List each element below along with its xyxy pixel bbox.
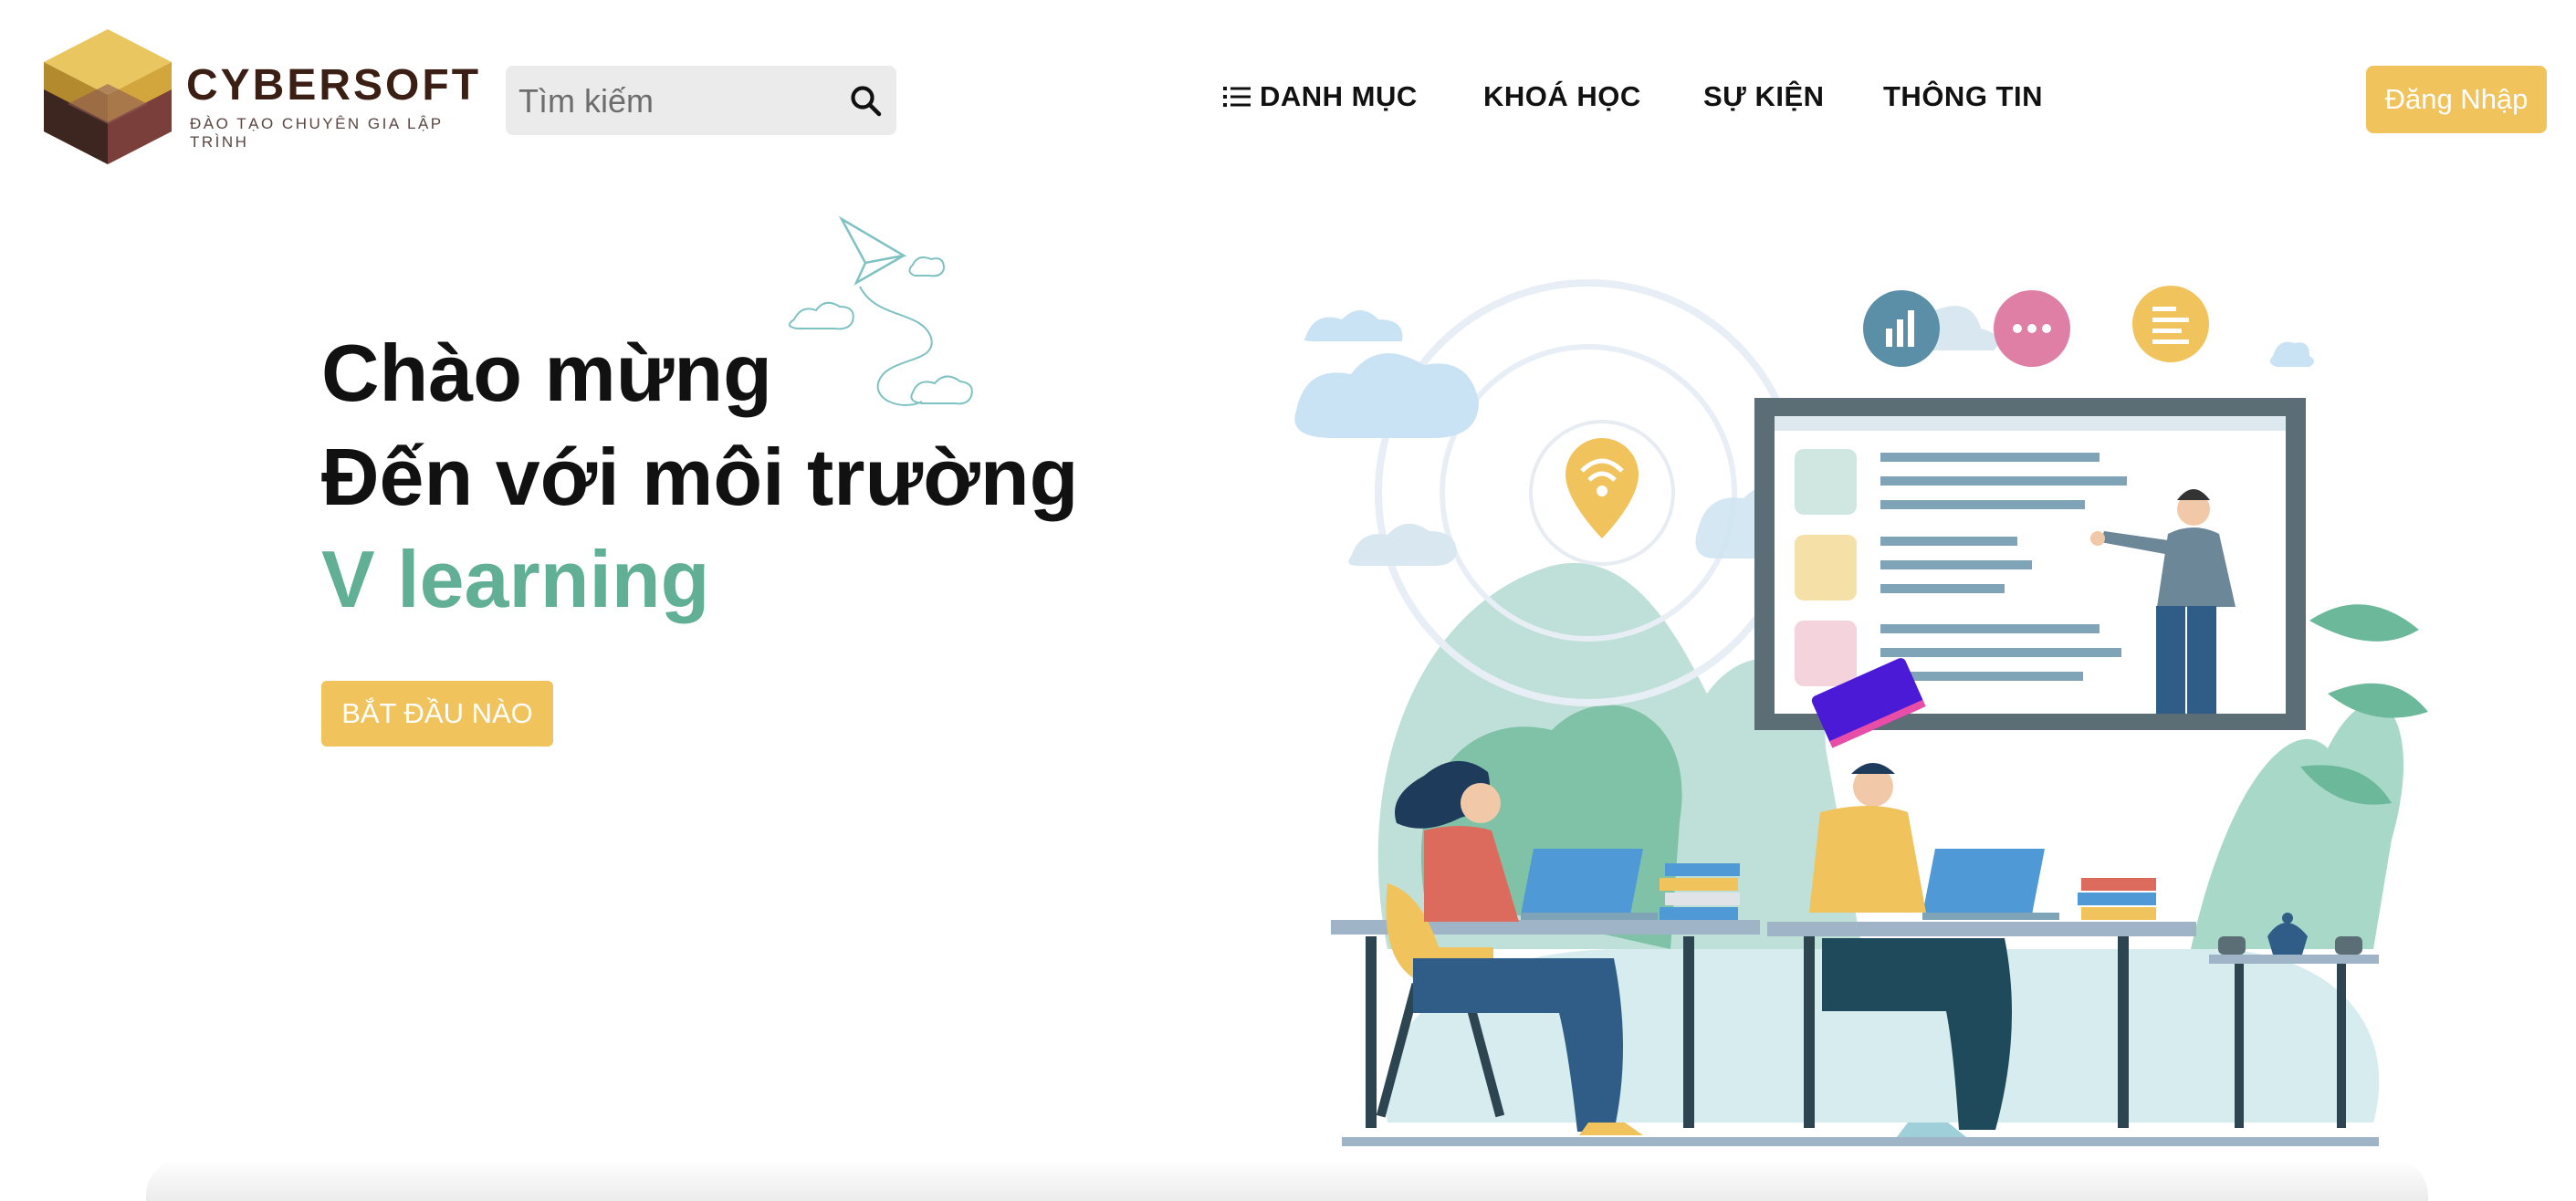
nav-danh-muc[interactable]: DANH MỤC [1223, 80, 1418, 113]
nav-thong-tin[interactable]: THÔNG TIN [1883, 80, 2043, 113]
cube-logo-icon [44, 29, 172, 164]
section-divider-shadow [146, 1159, 2428, 1201]
brand-name: CYBERSOFT [186, 61, 482, 110]
nav-khoa-hoc[interactable]: KHOÁ HỌC [1483, 80, 1641, 113]
brand-tagline: ĐÀO TẠO CHUYÊN GIA LẬP TRÌNH [190, 115, 444, 151]
list-icon [1223, 87, 1251, 107]
start-button[interactable]: BẮT ĐẦU NÀO [321, 681, 553, 747]
search-icon[interactable] [849, 84, 882, 117]
hero-heading-line2: Đến với môi trường [321, 432, 1079, 522]
search-input[interactable] [517, 66, 831, 137]
brand-logo[interactable]: CYBERSOFT ĐÀO TẠO CHUYÊN GIA LẬP TRÌNH [40, 26, 497, 172]
search-box [506, 66, 896, 137]
hero-illustration [1294, 279, 2428, 1146]
hero-heading-line1: Chào mừng [321, 328, 772, 418]
paper-plane-illustration [788, 215, 973, 406]
nav-danh-muc-label: DANH MỤC [1260, 80, 1418, 112]
hero-heading-brand: V learning [321, 534, 710, 624]
nav-su-kien[interactable]: SỰ KIỆN [1703, 80, 1825, 113]
login-button[interactable]: Đăng Nhập [2366, 66, 2547, 133]
